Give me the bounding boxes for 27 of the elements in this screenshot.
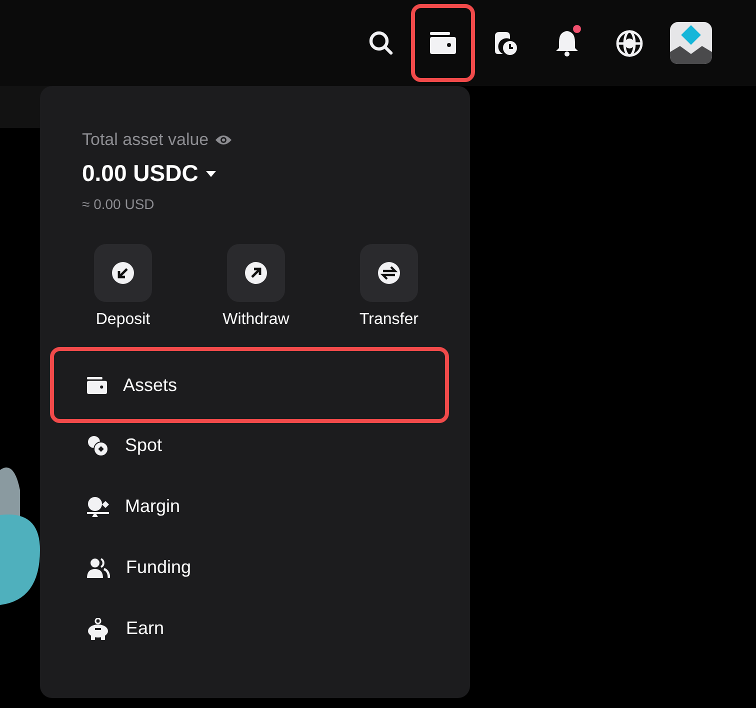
avatar-icon [670, 22, 712, 64]
eye-icon[interactable] [214, 134, 232, 146]
arrow-down-left-icon [111, 261, 135, 285]
action-button[interactable]: Transfer [344, 244, 434, 329]
menu-item[interactable]: Funding [50, 537, 449, 598]
arrow-up-right-icon [244, 261, 268, 285]
caret-icon[interactable] [206, 170, 216, 176]
menu-item[interactable]: Assets [50, 347, 449, 423]
action-button[interactable]: Withdraw [211, 244, 301, 329]
search-icon [368, 30, 394, 56]
piggy-bank-icon [87, 618, 110, 640]
toolbar-button[interactable] [411, 4, 475, 82]
converted-value: ≈ 0.00 USD [82, 196, 154, 212]
wallet-icon [87, 376, 107, 394]
total-asset-label: Total asset value [82, 130, 209, 150]
menu-item[interactable]: Earn [50, 598, 449, 659]
balance-value: 0.00 USDC [82, 160, 198, 187]
wallet-icon [430, 32, 456, 54]
document-clock-icon [492, 30, 518, 56]
swap-arrows-icon [377, 261, 401, 285]
people-icon [87, 558, 110, 578]
menu-item[interactable]: Margin [50, 476, 449, 537]
person-scale-icon [87, 496, 109, 518]
action-button[interactable]: Deposit [78, 244, 168, 329]
bell-icon [555, 29, 579, 57]
coins-icon [87, 434, 109, 456]
globe-icon [616, 30, 642, 56]
